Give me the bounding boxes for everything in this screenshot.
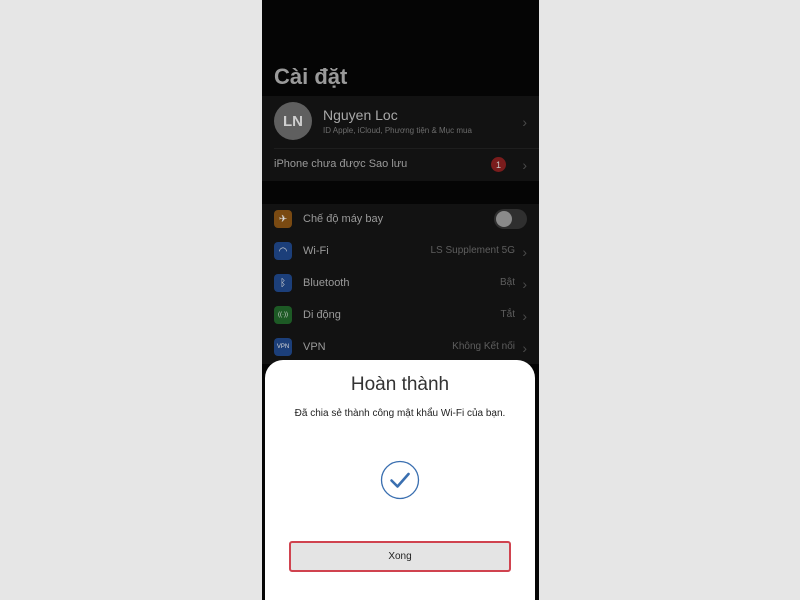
airplane-mode-toggle[interactable] xyxy=(494,209,527,229)
settings-row-value: Không Kết nối xyxy=(452,341,515,352)
backup-badge: 1 xyxy=(491,157,506,172)
backup-row[interactable]: iPhone chưa được Sao lưu 1 › xyxy=(262,148,539,181)
cellular-icon: ((·)) xyxy=(274,306,292,324)
settings-row-airplane-mode[interactable]: ✈ Chế độ máy bay xyxy=(262,204,539,236)
settings-row-label: VPN xyxy=(303,341,326,353)
profile-name: Nguyen Loc xyxy=(323,107,398,123)
avatar: LN xyxy=(274,102,312,140)
settings-row-wifi[interactable]: ◠ Wi-Fi LS Supplement 5G › xyxy=(262,236,539,268)
chevron-right-icon: › xyxy=(522,340,527,356)
chevron-right-icon: › xyxy=(522,114,527,130)
toggle-knob xyxy=(496,211,512,227)
chevron-right-icon: › xyxy=(522,244,527,260)
chevron-right-icon: › xyxy=(522,276,527,292)
bluetooth-icon: ᛒ xyxy=(274,274,292,292)
profile-group: LN Nguyen Loc ID Apple, iCloud, Phương t… xyxy=(262,96,539,181)
page-title: Cài đặt xyxy=(274,64,348,89)
share-complete-sheet: Hoàn thành Đã chia sẻ thành công mật khẩ… xyxy=(265,360,535,600)
settings-row-label: Di động xyxy=(303,309,341,321)
settings-row-value: Tắt xyxy=(500,309,515,320)
settings-row-label: Wi-Fi xyxy=(303,245,329,257)
checkmark-icon xyxy=(380,460,420,500)
wifi-icon: ◠ xyxy=(274,242,292,260)
settings-group: ✈ Chế độ máy bay ◠ Wi-Fi LS Supplement 5… xyxy=(262,204,539,364)
profile-row[interactable]: LN Nguyen Loc ID Apple, iCloud, Phương t… xyxy=(262,96,539,148)
settings-row-bluetooth[interactable]: ᛒ Bluetooth Bật › xyxy=(262,268,539,300)
settings-row-value: Bật xyxy=(499,277,515,288)
airplane-icon: ✈ xyxy=(274,210,292,228)
settings-row-cellular[interactable]: ((·)) Di động Tắt › xyxy=(262,300,539,332)
sheet-title: Hoàn thành xyxy=(350,374,450,395)
vpn-icon: VPN xyxy=(274,338,292,356)
sheet-message: Đã chia sẻ thành công mật khẩu Wi-Fi của… xyxy=(294,408,506,419)
chevron-right-icon: › xyxy=(522,308,527,324)
chevron-right-icon: › xyxy=(522,157,527,173)
settings-row-label: Bluetooth xyxy=(303,277,350,289)
profile-subtitle: ID Apple, iCloud, Phương tiện & Mục mua xyxy=(323,126,472,135)
settings-row-value: LS Supplement 5G xyxy=(430,245,516,256)
settings-row-label: Chế độ máy bay xyxy=(303,213,384,225)
backup-label: iPhone chưa được Sao lưu xyxy=(274,158,408,170)
done-button[interactable]: Xong xyxy=(289,541,511,572)
